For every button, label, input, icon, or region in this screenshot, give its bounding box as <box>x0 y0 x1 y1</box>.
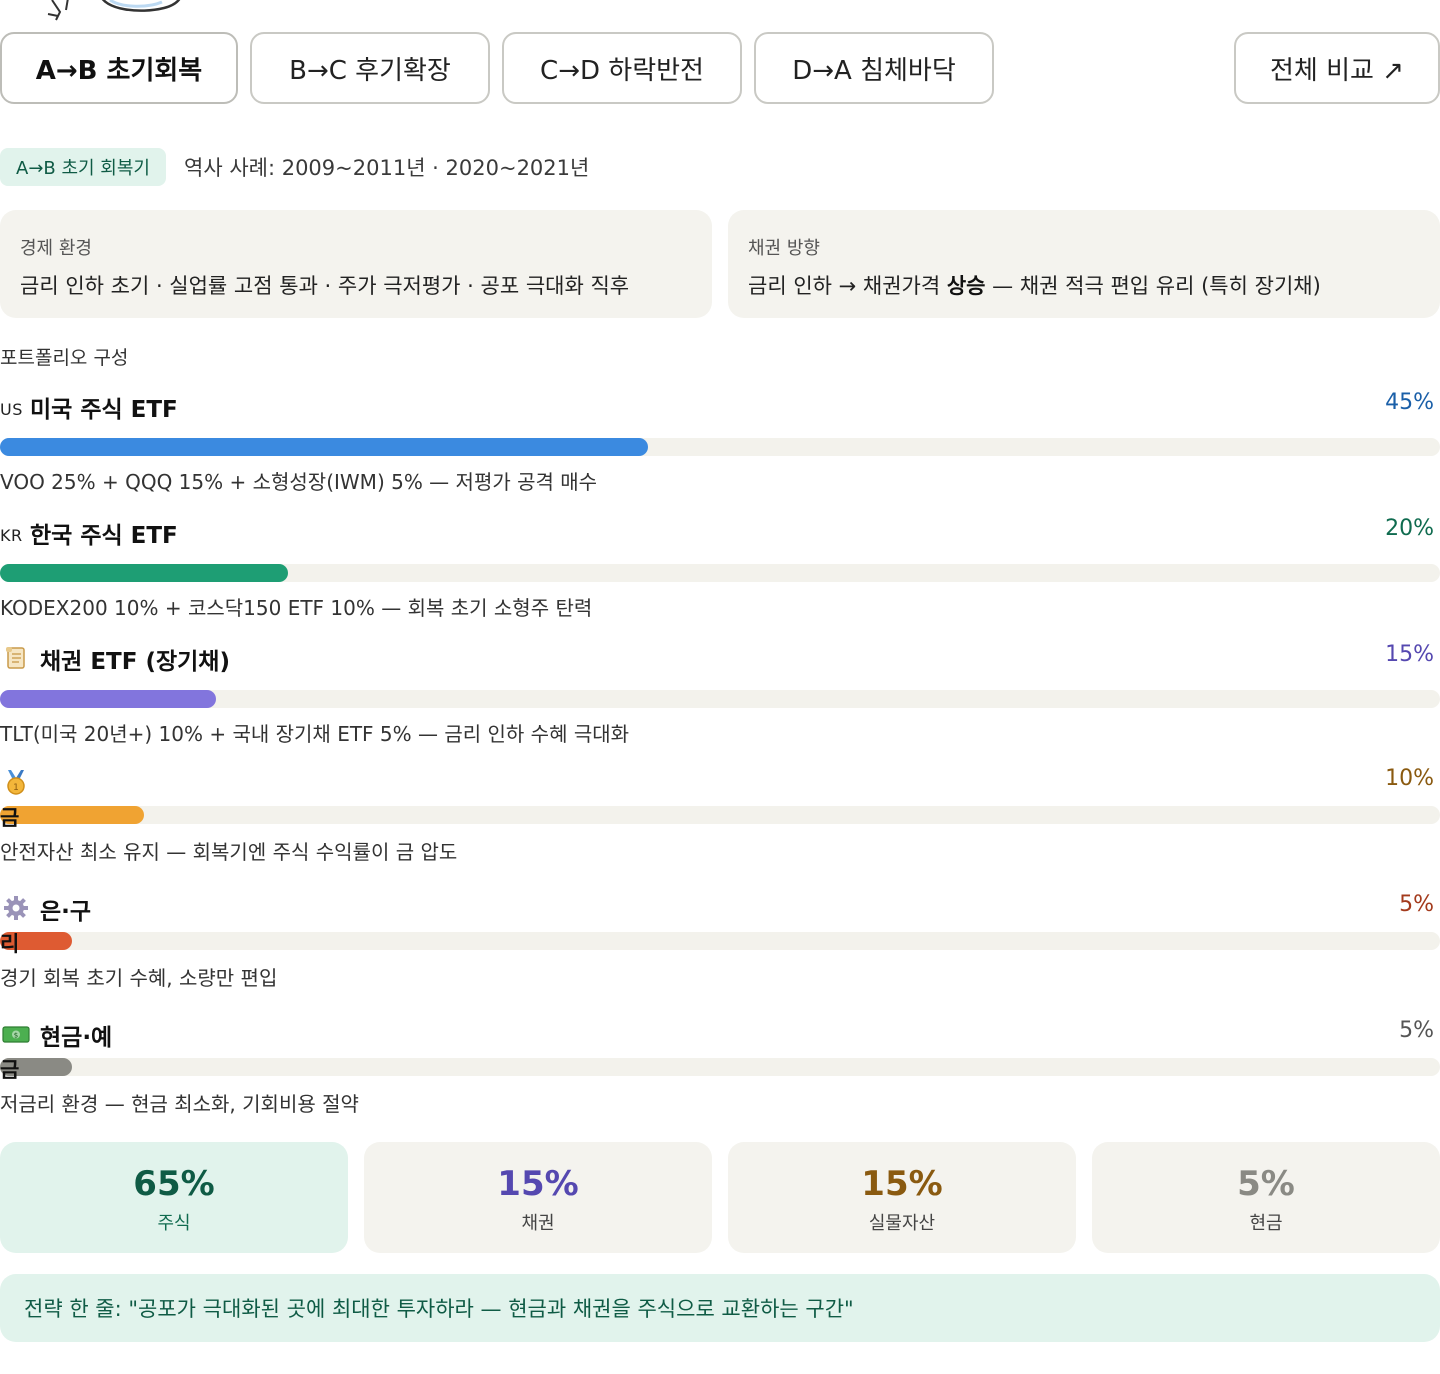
compare-all-button[interactable]: 전체 비교 ↗ <box>1234 32 1440 104</box>
item-desc: 안전자산 최소 유지 — 회복기엔 주식 수익률이 금 압도 <box>0 840 458 864</box>
strategy-quote: 전략 한 줄: "공포가 극대화된 곳에 최대한 투자하라 — 현금과 채권을 … <box>0 1274 1440 1342</box>
item-name-part-2: 금 <box>0 1058 20 1082</box>
item-desc: KODEX200 10% + 코스닥150 ETF 10% — 회복 초기 소형… <box>0 596 593 620</box>
kr-flag-icon: KR <box>0 526 23 545</box>
phase-tag: A→B 초기 회복기 <box>0 148 166 186</box>
bond-direction-emphasis: 상승 <box>946 274 986 298</box>
item-percent: 15% <box>1385 642 1434 667</box>
summary-value: 15% <box>861 1164 943 1204</box>
summary-value: 5% <box>1237 1164 1295 1204</box>
item-percent: 45% <box>1385 390 1434 415</box>
item-desc: 경기 회복 초기 수혜, 소량만 편입 <box>0 966 278 990</box>
portfolio-item-us-equity: US 미국 주식 ETF 45% VOO 25% + QQQ 15% + 소형성… <box>0 390 1440 500</box>
item-desc: 저금리 환경 — 현금 최소화, 기회비용 절약 <box>0 1092 359 1116</box>
scroll-icon <box>6 647 25 669</box>
bond-direction-value: 금리 인하 → 채권가격 상승 — 채권 적극 편입 유리 (특히 장기채) <box>748 270 1321 300</box>
item-name: 채권 ETF (장기채) <box>40 649 230 675</box>
allocation-bar <box>0 1058 1440 1076</box>
gear-icon <box>4 896 28 920</box>
allocation-bar <box>0 690 1440 708</box>
svg-text:1: 1 <box>13 783 19 793</box>
cash-icon: $ <box>2 1026 30 1043</box>
summary-label: 주식 <box>157 1213 191 1234</box>
item-desc: TLT(미국 20년+) 10% + 국내 장기채 ETF 5% — 금리 인하… <box>0 722 630 746</box>
allocation-fill <box>0 806 144 824</box>
item-name-part-1: 은·구 <box>40 899 92 925</box>
portfolio-title: 포트폴리오 구성 <box>0 347 129 369</box>
economy-label: 경제 환경 <box>20 238 92 259</box>
svg-text:$: $ <box>14 1032 18 1040</box>
item-percent: 5% <box>1399 1018 1434 1043</box>
summary-card-equity: 65% 주식 <box>0 1142 348 1253</box>
allocation-bar <box>0 932 1440 950</box>
item-desc: VOO 25% + QQQ 15% + 소형성장(IWM) 5% — 저평가 공… <box>0 470 598 494</box>
summary-label: 채권 <box>521 1213 555 1234</box>
item-name-part-2: 리 <box>0 932 20 956</box>
phase-tabs: A→B 초기회복 B→C 후기확장 C→D 하락반전 D→A 침체바닥 전체 비… <box>0 32 1440 108</box>
summary-card-cash: 5% 현금 <box>1092 1142 1440 1253</box>
bond-direction-prefix: 금리 인하 → 채권가격 <box>748 274 947 298</box>
phase-header: A→B 초기 회복기 역사 사례: 2009~2011년 · 2020~2021… <box>0 148 589 186</box>
bond-direction-suffix: — 채권 적극 편입 유리 (특히 장기채) <box>985 274 1321 298</box>
portfolio-item-silver-copper: 은·구 5% 리 경기 회복 초기 수혜, 소량만 편입 <box>0 892 1440 1002</box>
allocation-bar <box>0 564 1440 582</box>
item-percent: 5% <box>1399 892 1434 917</box>
medal-icon: 1 <box>7 770 25 795</box>
item-percent: 20% <box>1385 516 1434 541</box>
tab-d-a[interactable]: D→A 침체바닥 <box>754 32 994 104</box>
item-percent: 10% <box>1385 766 1434 791</box>
history-text: 역사 사례: 2009~2011년 · 2020~2021년 <box>184 156 590 180</box>
summary-card-bonds: 15% 채권 <box>364 1142 712 1253</box>
tab-b-c[interactable]: B→C 후기확장 <box>250 32 490 104</box>
us-flag-icon: US <box>0 400 23 419</box>
tab-a-b[interactable]: A→B 초기회복 <box>0 32 238 104</box>
summary-label: 실물자산 <box>868 1213 936 1234</box>
allocation-bar <box>0 438 1440 456</box>
item-name: 한국 주식 ETF <box>30 523 178 549</box>
allocation-fill <box>0 564 288 582</box>
bond-direction-label: 채권 방향 <box>748 238 820 259</box>
allocation-fill <box>0 438 648 456</box>
summary-card-real-assets: 15% 실물자산 <box>728 1142 1076 1253</box>
allocation-bar <box>0 806 1440 824</box>
allocation-fill <box>0 690 216 708</box>
bond-direction-card: 채권 방향 금리 인하 → 채권가격 상승 — 채권 적극 편입 유리 (특히 … <box>728 210 1440 318</box>
summary-label: 현금 <box>1249 1213 1283 1234</box>
portfolio-item-gold: 1 10% 금 안전자산 최소 유지 — 회복기엔 주식 수익률이 금 압도 <box>0 766 1440 876</box>
summary-value: 15% <box>497 1164 579 1204</box>
portfolio-item-kr-equity: KR 한국 주식 ETF 20% KODEX200 10% + 코스닥150 E… <box>0 516 1440 626</box>
economy-card: 경제 환경 금리 인하 초기 · 실업률 고점 통과 · 주가 극저평가 · 공… <box>0 210 712 318</box>
economy-value: 금리 인하 초기 · 실업률 고점 통과 · 주가 극저평가 · 공포 극대화 … <box>20 274 630 298</box>
summary-value: 65% <box>133 1164 215 1204</box>
portfolio-item-cash: $ 현금·예 5% 금 저금리 환경 — 현금 최소화, 기회비용 절약 <box>0 1018 1440 1128</box>
item-name: 금 <box>0 806 20 830</box>
tab-c-d[interactable]: C→D 하락반전 <box>502 32 742 104</box>
mascot-illustration <box>47 0 181 21</box>
item-name-part-1: 현금·예 <box>40 1025 113 1051</box>
portfolio-item-bonds: 채권 ETF (장기채) 15% TLT(미국 20년+) 10% + 국내 장… <box>0 642 1440 752</box>
item-name: 미국 주식 ETF <box>30 397 178 423</box>
